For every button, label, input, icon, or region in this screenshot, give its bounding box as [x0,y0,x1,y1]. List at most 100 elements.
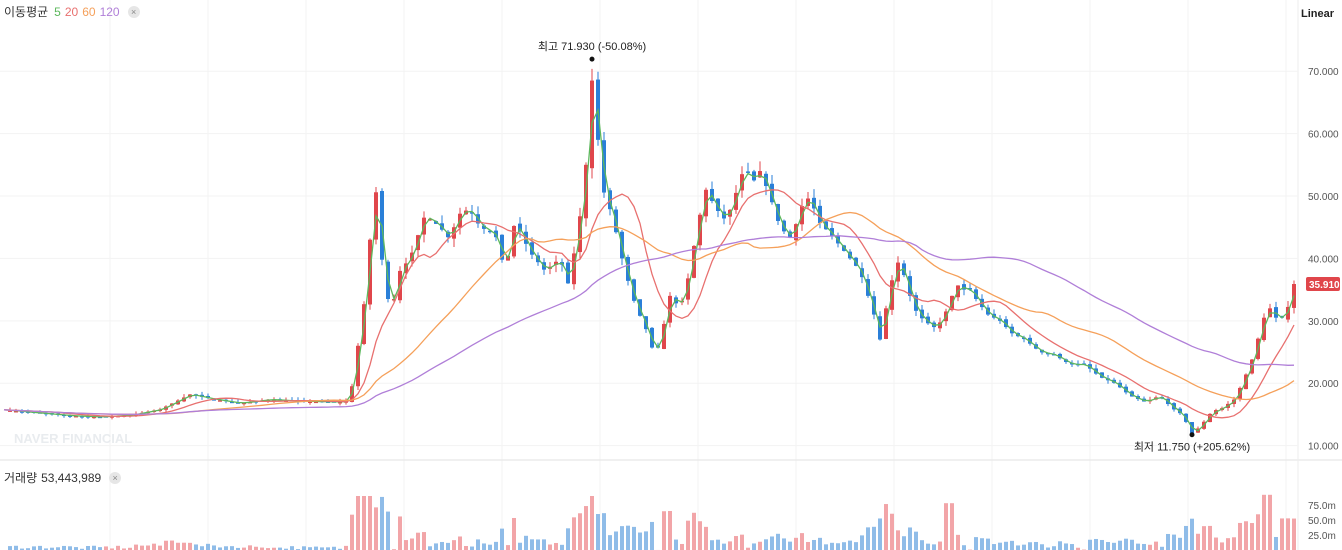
volume-bar [1100,539,1104,550]
volume-bar [1106,542,1110,550]
volume-bar [1178,537,1182,550]
volume-bar [626,525,630,550]
price-tick-label: 20.000 [1308,379,1339,390]
volume-bar [1292,518,1296,550]
volume-bar [440,541,444,550]
volume-bar [416,532,420,550]
volume-bar [1058,541,1062,550]
volume-bar [668,510,672,550]
volume-bar [374,507,378,550]
volume-bar [1022,544,1026,550]
volume-bar [704,526,708,550]
volume-bar [518,542,522,550]
volume-bar [698,521,702,550]
volume-bar [1172,534,1176,550]
volume-bar [596,514,600,550]
volume-bar [914,531,918,550]
volume-bar [428,546,432,550]
close-icon[interactable]: × [127,5,140,18]
volume-bar [1064,543,1068,550]
volume-bar [1034,541,1038,550]
volume-bar [182,542,186,550]
legend-ma-5[interactable]: 5 [54,5,61,19]
close-icon[interactable]: × [109,471,122,484]
price-tick-label: 50.000 [1308,192,1339,203]
price-tick-label: 40.000 [1308,254,1339,265]
volume-bar [1124,538,1128,550]
volume-bar [530,539,534,550]
volume-bar [788,541,792,550]
volume-bar [890,513,894,550]
volume-bar [248,545,252,550]
volume-bar [614,531,618,550]
volume-bar [1004,541,1008,550]
volume-bar [1148,544,1152,550]
volume-bar [158,545,162,550]
volume-bar [848,540,852,550]
volume-bar [350,514,354,550]
volume-bar [1136,543,1140,550]
volume-bar [176,542,180,550]
volume-bar [680,543,684,550]
volume-bar [740,534,744,550]
volume-bar [674,539,678,550]
volume-bar [170,540,174,550]
volume-bar [722,543,726,550]
high-marker-dot [589,56,595,62]
volume-tick-label: 75.0m [1308,501,1336,512]
volume-bar [1268,494,1272,550]
low-marker-label: 최저 11.750 (+205.62%) [1134,441,1250,454]
legend-ma-20[interactable]: 20 [65,5,78,19]
volume-bar [500,528,504,550]
candle-body [746,171,750,173]
volume-bar [380,496,384,550]
volume-bar [1028,542,1032,550]
volume-bar [1070,544,1074,550]
stock-chart[interactable]: NAVER FINANCIAL 10.000 20.000 30.000 40.000… [0,0,1342,550]
volume-bar [404,540,408,550]
price-tick-label: 30.000 [1308,317,1339,328]
volume-bar [650,521,654,550]
volume-bar [1280,518,1284,550]
volume-bar [632,526,636,550]
volume-bar [104,546,108,550]
volume-bar [1016,545,1020,550]
volume-bar [188,542,192,550]
volume-bar [1262,494,1266,550]
volume-bar [560,544,564,550]
volume-bar [896,530,900,550]
volume-legend: 거래량 53,443,989 × [4,469,122,486]
volume-bar [554,542,558,550]
volume-bar [644,531,648,550]
volume-bar [710,540,714,550]
volume-bar [1052,546,1056,550]
volume-bar [1214,537,1218,550]
legend-ma-60[interactable]: 60 [82,5,95,19]
volume-bar [1196,533,1200,550]
legend-ma-120[interactable]: 120 [100,5,120,19]
volume-axis: 25.0m 50.0m 75.0m [1308,501,1336,542]
volume-bar [368,496,372,550]
volume-bar [452,540,456,550]
volume-bar [38,545,42,550]
volume-bar [470,546,474,550]
volume-bars [8,494,1296,550]
volume-bar [314,546,318,550]
volume-bar [494,541,498,550]
volume-bar [1040,544,1044,550]
volume-bar [356,496,360,550]
high-marker-label: 최고 71.930 (-50.08%) [538,40,646,53]
volume-bar [1256,514,1260,550]
scale-mode-button[interactable]: Linear [1301,8,1334,20]
volume-bar [776,533,780,550]
volume-bar [824,544,828,550]
volume-bar [344,545,348,550]
volume-bar [164,540,168,550]
price-axis: 10.000 20.000 30.000 40.000 50.000 60.000 70.0… [1306,67,1340,453]
volume-bar [962,545,966,550]
volume-bar [512,517,516,550]
volume-bar [1184,525,1188,550]
volume-bar [806,541,810,550]
candlesticks [8,68,1296,435]
volume-bar [1286,518,1290,550]
